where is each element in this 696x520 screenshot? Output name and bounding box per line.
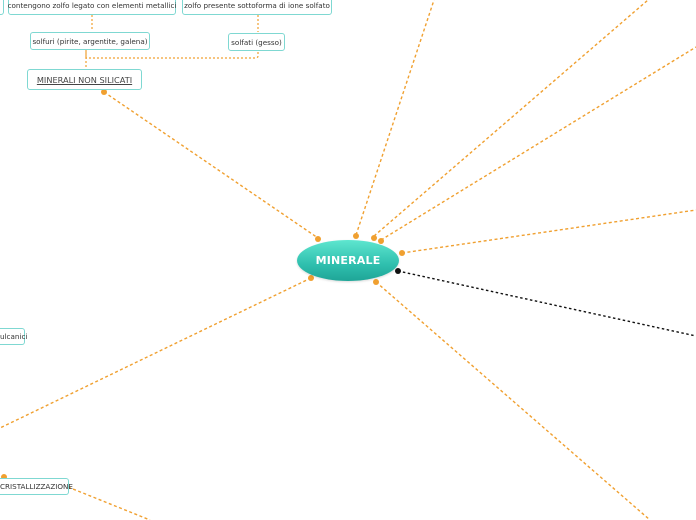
- dot-root-left-bottom: [308, 275, 314, 281]
- node-vulcanici[interactable]: ulcanici: [0, 328, 27, 345]
- node-solfati[interactable]: solfati (gesso): [228, 33, 285, 51]
- root-node-minerale[interactable]: MINERALE: [297, 240, 399, 281]
- node-minerali-non-silicati[interactable]: MINERALI NON SILICATI: [27, 69, 142, 90]
- branch-top-2: [373, 0, 649, 237]
- connector-solfati-solfuri-bar: [85, 52, 259, 69]
- node-cristallizzazione[interactable]: CRISTALLIZZAZIONE: [0, 478, 73, 495]
- dot-root-top-1: [353, 233, 359, 239]
- branch-minerali-non-silicati: [103, 91, 319, 239]
- dot-root-black: [395, 268, 401, 274]
- branch-top-1: [355, 0, 435, 236]
- node-zolfo-metallici[interactable]: [0, 0, 4, 15]
- dot-root-right: [399, 250, 405, 256]
- node-solfuri[interactable]: solfuri (pirite, argentite, galena): [30, 32, 150, 50]
- branch-cristallizzazione: [67, 486, 151, 520]
- branch-top-3: [380, 46, 696, 241]
- branch-right-1: [401, 209, 696, 254]
- dot-root-top-3: [378, 238, 384, 244]
- dot-root-top-2: [371, 235, 377, 241]
- dot-root-bottom-right: [373, 279, 379, 285]
- branch-left-vulcanici: [0, 277, 312, 429]
- node-zolfo-elementi-metallici[interactable]: contengono zolfo legato con elementi met…: [8, 0, 176, 15]
- branch-right-black: [397, 270, 696, 337]
- dot-root-left-top: [315, 236, 321, 242]
- node-zolfo-ione-solfato[interactable]: zolfo presente sottoforma di ione solfat…: [182, 0, 332, 15]
